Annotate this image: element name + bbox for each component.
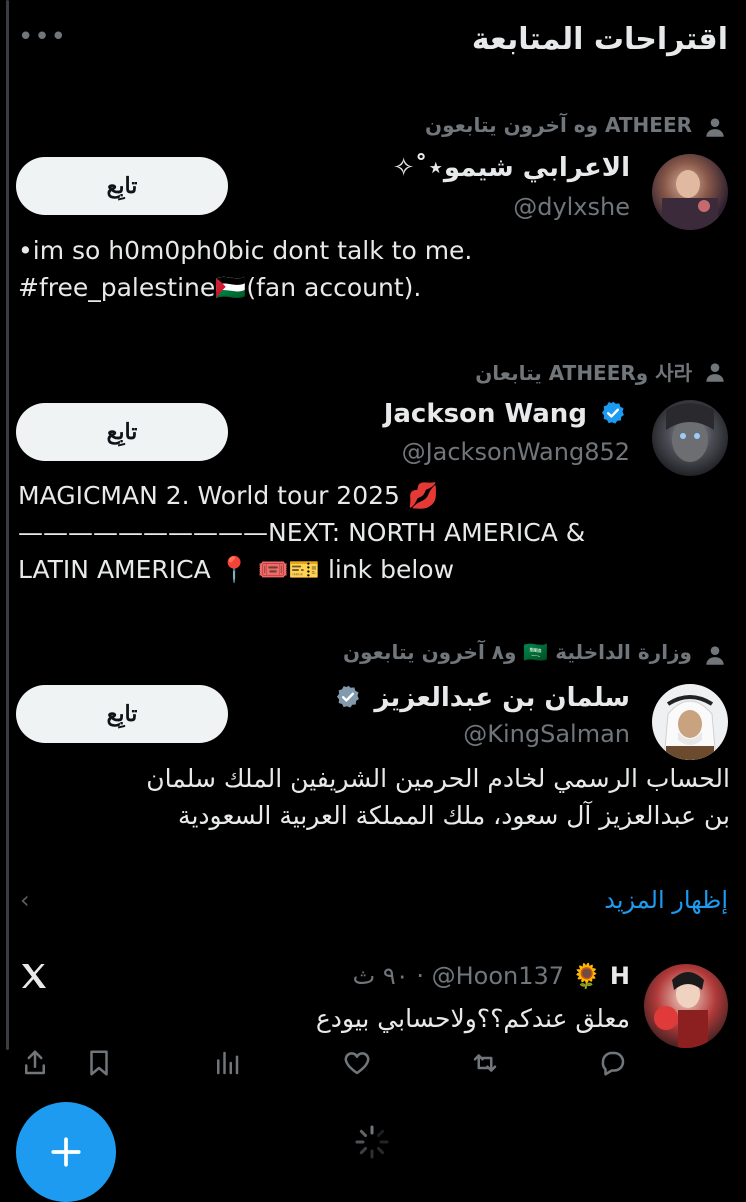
tweet-header: ٩٠ ث · @Hoon137 🌻 H <box>353 962 630 990</box>
verified-badge-icon <box>337 685 360 708</box>
section-title: اقتراحات المتابعة <box>471 22 728 57</box>
social-context: 사라 وATHEER يتابعان <box>475 361 692 385</box>
display-name-text: Jackson Wang <box>383 399 587 429</box>
retweet-icon[interactable] <box>470 1048 500 1078</box>
display-name-text: سلمان بن عبدالعزيز <box>374 683 630 713</box>
tweet-handle[interactable]: @Hoon137 <box>432 962 564 990</box>
display-name[interactable]: الاعرابي شيمو⋆˚✧ <box>393 153 630 183</box>
separator: · <box>416 962 424 990</box>
bio-line: بن عبدالعزيز آل سعود، ملك المملكة العربي… <box>178 801 730 830</box>
follow-button[interactable]: تابِع <box>16 403 228 461</box>
username[interactable]: @KingSalman <box>463 720 630 748</box>
scroll-rail <box>6 0 9 1050</box>
display-name[interactable]: سلمان بن عبدالعزيز <box>331 683 630 713</box>
reply-icon[interactable] <box>598 1048 628 1078</box>
heart-icon[interactable] <box>342 1048 372 1078</box>
bio: الحساب الرسمي لخادم الحرمين الشريفين الم… <box>18 760 730 834</box>
person-icon <box>706 646 724 665</box>
bio-line: MAGICMAN 2. World tour 2025 💋 <box>18 481 440 510</box>
tweet-avatar[interactable] <box>644 964 728 1048</box>
views-icon[interactable] <box>212 1048 242 1078</box>
tweet-text: معلق عندكم؟؟ولاحسابي بيودع <box>315 1004 630 1033</box>
bio-line: الحساب الرسمي لخادم الحرمين الشريفين الم… <box>146 764 730 793</box>
verified-badge-icon <box>601 401 624 424</box>
bio-line: LATIN AMERICA 📍 🎟️🎫 link below <box>18 555 455 584</box>
person-icon <box>706 363 724 382</box>
bio-line: #free_palestine🇵🇸(fan account). <box>18 273 422 302</box>
follow-button[interactable]: تابِع <box>16 157 228 215</box>
avatar[interactable] <box>652 154 728 230</box>
person-icon <box>706 118 724 137</box>
social-context: وزارة الداخلية 🇸🇦 و٨ آخرون يتابعون <box>343 640 692 664</box>
x-logo-icon <box>22 964 46 988</box>
tweet-actions <box>0 1048 746 1084</box>
more-options-icon[interactable]: ••• <box>18 22 67 52</box>
plus-icon <box>51 1137 81 1167</box>
bio: •im so h0m0ph0bic dont talk to me. #free… <box>18 232 730 306</box>
avatar[interactable] <box>652 684 728 760</box>
who-to-follow-header: اقتراحات المتابعة ••• <box>0 22 746 72</box>
bio-line: •im so h0m0ph0bic dont talk to me. <box>18 236 473 265</box>
follow-button[interactable]: تابِع <box>16 685 228 743</box>
bookmark-icon[interactable] <box>84 1048 114 1078</box>
show-more-link[interactable]: إظهار المزيد <box>604 886 728 914</box>
loading-spinner-icon <box>355 1125 389 1159</box>
tweet-time[interactable]: ٩٠ ث <box>353 962 409 990</box>
bio-line: ——————————NEXT: NORTH AMERICA & <box>18 518 586 547</box>
display-name[interactable]: Jackson Wang <box>384 399 630 429</box>
username[interactable]: @dylxshe <box>513 193 630 221</box>
avatar[interactable] <box>652 400 728 476</box>
tweet-display-name[interactable]: 🌻 H <box>572 962 630 990</box>
bio: MAGICMAN 2. World tour 2025 💋 ——————————… <box>18 477 730 588</box>
chevron-left-icon: ‹ <box>20 886 30 914</box>
social-context: ATHEER وه آخرون يتابعون <box>425 113 692 137</box>
share-icon[interactable] <box>20 1048 50 1078</box>
username[interactable]: @JacksonWang852 <box>402 438 630 466</box>
compose-button[interactable] <box>16 1102 116 1202</box>
